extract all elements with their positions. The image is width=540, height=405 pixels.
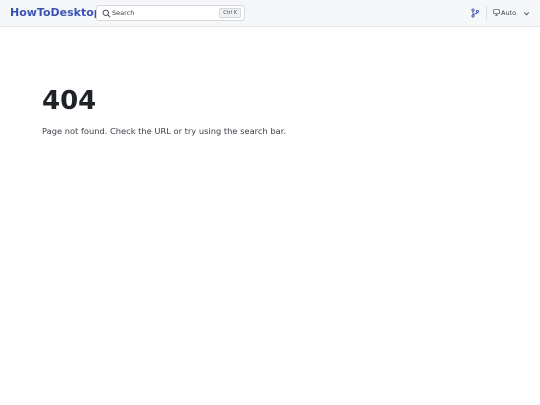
site-logo-link[interactable]: HowToDesktop — [10, 6, 102, 20]
error-code-heading: 404 — [42, 86, 97, 116]
chevron-down-icon — [523, 12, 530, 16]
top-navigation-bar: HowToDesktop Search Ctrl K Auto — [0, 0, 540, 27]
search-button[interactable]: Search Ctrl K — [96, 5, 245, 21]
search-shortcut-badge: Ctrl K — [219, 8, 241, 18]
theme-selector-label: Auto — [501, 9, 517, 17]
git-branch-icon[interactable] — [470, 8, 480, 18]
not-found-message: Page not found. Check the URL or try usi… — [42, 126, 286, 136]
theme-selector[interactable]: Auto — [492, 6, 532, 20]
header-divider — [486, 6, 487, 20]
search-placeholder: Search — [112, 9, 135, 17]
search-icon — [102, 9, 111, 18]
monitor-icon — [493, 9, 500, 16]
